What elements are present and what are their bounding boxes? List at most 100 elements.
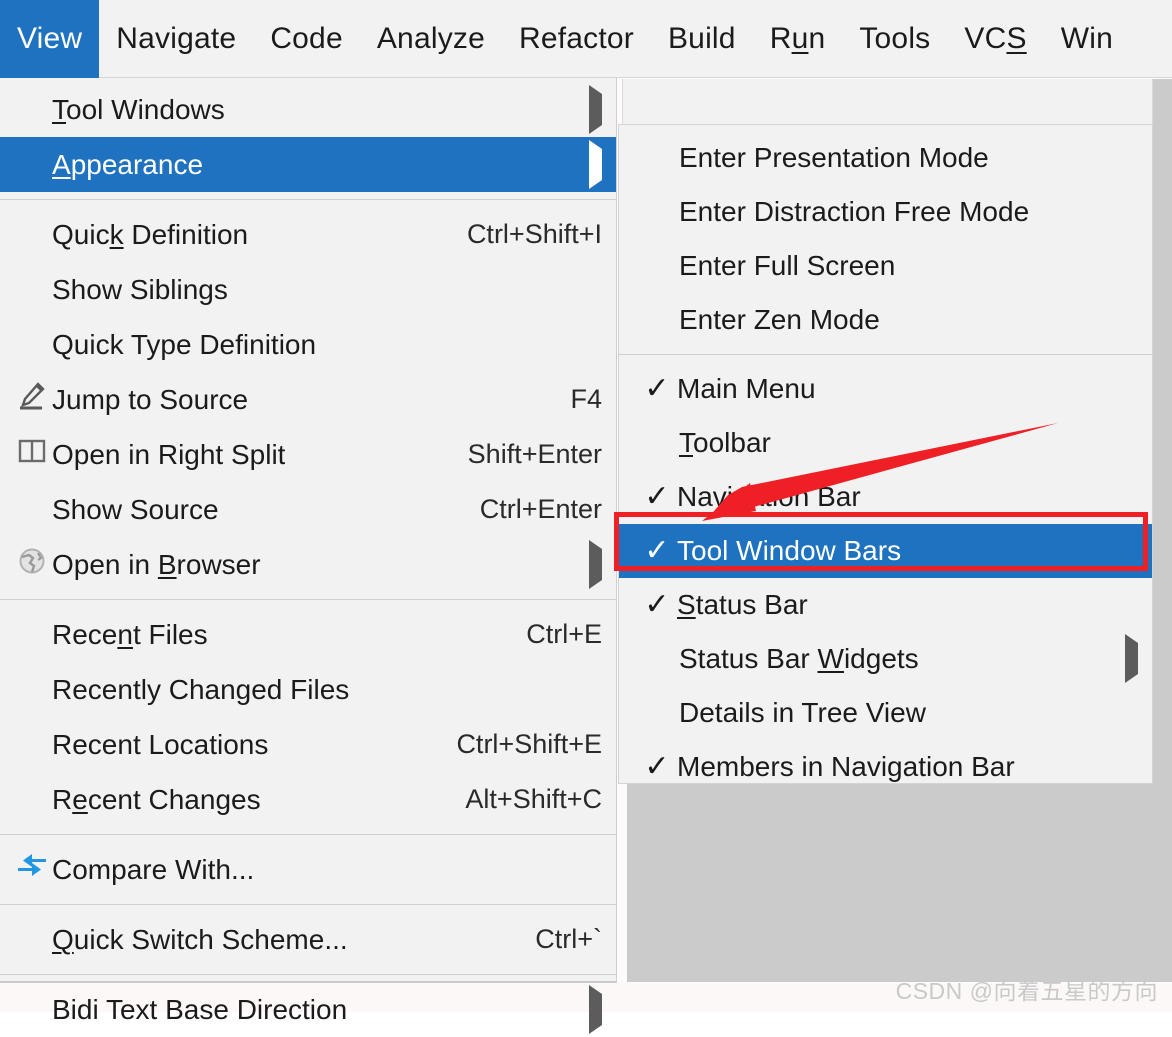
submenu-item-enter-full-screen[interactable]: Enter Full Screen [619, 239, 1152, 293]
compare-icon [16, 851, 48, 888]
menubar-item-label: Run [769, 21, 826, 55]
submenu-item-main-menu[interactable]: ✓ Main Menu [619, 362, 1152, 416]
menu-item-recent-files[interactable]: Recent Files Ctrl+E [0, 607, 616, 662]
submenu-item-label: Members in Navigation Bar [677, 751, 1015, 782]
menu-item-quick-definition[interactable]: Quick Definition Ctrl+Shift+I [0, 207, 616, 262]
view-dropdown-menu[interactable]: Tool Windows Appearance Quick Definition Ct… [0, 78, 617, 1034]
menu-item-label: Open in Right Split [52, 438, 286, 470]
pencil-icon [17, 381, 47, 418]
submenu-item-label: Enter Presentation Mode [679, 142, 989, 173]
submenu-item-enter-presentation-mode[interactable]: Enter Presentation Mode [619, 131, 1152, 185]
menu-separator [0, 974, 616, 975]
menubar-item-label: Win [1060, 21, 1113, 55]
submenu-item-status-bar-widgets[interactable]: Status Bar Widgets [619, 632, 1152, 686]
menubar-item-vcs[interactable]: VCS [947, 0, 1043, 78]
check-icon: ✓ [644, 588, 670, 621]
menu-item-quick-switch-scheme[interactable]: Quick Switch Scheme... Ctrl+` [0, 912, 616, 967]
menu-item-appearance[interactable]: Appearance [0, 137, 616, 192]
menu-item-shortcut: Ctrl+` [535, 924, 602, 954]
menu-item-shortcut: Ctrl+Shift+E [456, 729, 602, 759]
menu-separator [0, 599, 616, 600]
submenu-item-details-in-tree-view[interactable]: Details in Tree View [619, 686, 1152, 740]
check-icon: ✓ [644, 372, 670, 405]
submenu-item-toolbar[interactable]: Toolbar [619, 416, 1152, 470]
menu-separator [0, 904, 616, 905]
menu-item-shortcut: Ctrl+E [526, 619, 602, 649]
submenu-item-enter-zen-mode[interactable]: Enter Zen Mode [619, 293, 1152, 347]
menu-item-recent-locations[interactable]: Recent Locations Ctrl+Shift+E [0, 717, 616, 772]
menu-item-shortcut: Shift+Enter [467, 439, 602, 469]
menu-item-open-in-browser[interactable]: Open in Browser [0, 537, 616, 592]
menu-item-label: Recently Changed Files [52, 673, 350, 705]
menu-item-open-in-right-split[interactable]: Open in Right Split Shift+Enter [0, 427, 616, 482]
check-icon: ✓ [644, 750, 670, 783]
menu-item-label: Quick Switch Scheme... [52, 923, 348, 955]
application-screen: View Navigate Code Analyze Refactor Build Run T… [0, 0, 1172, 1034]
main-menu-bar[interactable]: View Navigate Code Analyze Refactor Build Run T… [0, 0, 1172, 78]
menu-item-shortcut: Alt+Shift+C [465, 784, 602, 814]
check-icon: ✓ [644, 534, 670, 567]
submenu-item-label: Navigation Bar [677, 481, 861, 512]
menubar-item-analyze[interactable]: Analyze [360, 0, 502, 78]
menu-item-label: Compare With... [52, 853, 255, 885]
editor-background-strip [1153, 79, 1172, 784]
menubar-item-run[interactable]: Run [753, 0, 843, 78]
submenu-item-label: Toolbar [679, 427, 771, 458]
menu-separator [0, 199, 616, 200]
submenu-item-members-in-navigation-bar[interactable]: ✓ Members in Navigation Bar [619, 740, 1152, 794]
menu-item-jump-to-source[interactable]: Jump to Source F4 [0, 372, 616, 427]
menubar-item-label: Tools [859, 21, 931, 55]
chevron-right-icon [563, 84, 602, 134]
editor-background-panel [627, 784, 1172, 982]
submenu-item-label: Enter Full Screen [679, 250, 896, 281]
menu-item-bidi-text-base-direction[interactable]: Bidi Text Base Direction [0, 982, 616, 1037]
menubar-item-build[interactable]: Build [651, 0, 753, 78]
menu-item-show-siblings[interactable]: Show Siblings [0, 262, 616, 317]
menu-item-icon-slot [12, 436, 52, 473]
menu-item-label: Appearance [52, 148, 204, 180]
menu-item-shortcut: F4 [570, 384, 602, 414]
submenu-item-tool-window-bars[interactable]: ✓ Tool Window Bars [619, 524, 1152, 578]
submenu-top-panel [622, 79, 1153, 125]
menu-item-show-source[interactable]: Show Source Ctrl+Enter [0, 482, 616, 537]
submenu-item-status-bar[interactable]: ✓ Status Bar [619, 578, 1152, 632]
submenu-item-label: Enter Distraction Free Mode [679, 196, 1030, 227]
submenu-item-label: Details in Tree View [679, 697, 926, 728]
menubar-item-label: VCS [964, 21, 1027, 55]
chevron-right-icon [563, 539, 602, 589]
menu-item-quick-type-definition[interactable]: Quick Type Definition [0, 317, 616, 372]
menu-item-label: Tool Windows [52, 93, 225, 125]
menu-item-label: Jump to Source [52, 383, 249, 415]
submenu-item-label: Status Bar Widgets [679, 643, 919, 674]
menu-item-recently-changed-files[interactable]: Recently Changed Files [0, 662, 616, 717]
menubar-item-code[interactable]: Code [253, 0, 360, 78]
menu-item-icon-slot [12, 851, 52, 888]
submenu-separator [619, 354, 1152, 355]
menubar-item-refactor[interactable]: Refactor [502, 0, 651, 78]
menu-item-label: Bidi Text Base Direction [52, 993, 348, 1025]
submenu-item-enter-distraction-free-mode[interactable]: Enter Distraction Free Mode [619, 185, 1152, 239]
submenu-item-label: Tool Window Bars [677, 535, 902, 566]
chevron-right-icon [563, 984, 602, 1034]
menu-item-label: Quick Definition [52, 218, 249, 250]
menubar-item-label: Refactor [518, 21, 634, 55]
menu-item-tool-windows[interactable]: Tool Windows [0, 82, 616, 137]
menubar-item-tools[interactable]: Tools [842, 0, 947, 78]
submenu-item-label: Main Menu [677, 373, 816, 404]
submenu-item-label: Enter Zen Mode [679, 304, 880, 335]
menu-item-label: Open in Browser [52, 548, 261, 580]
menu-item-label: Recent Files [52, 618, 208, 650]
menubar-item-win[interactable]: Win [1044, 0, 1130, 78]
menu-item-compare-with[interactable]: Compare With... [0, 842, 616, 897]
menubar-item-view[interactable]: View [0, 0, 100, 78]
submenu-item-label: Status Bar [677, 589, 808, 620]
menubar-item-label: Analyze [376, 21, 485, 55]
menubar-item-label: Build [667, 21, 736, 55]
menu-item-label: Recent Locations [52, 728, 269, 760]
menubar-item-navigate[interactable]: Navigate [99, 0, 253, 78]
csdn-watermark: CSDN @向着五星的方向 [895, 978, 1158, 1004]
appearance-submenu[interactable]: Enter Presentation Mode Enter Distraction… [618, 124, 1153, 784]
menu-item-shortcut: Ctrl+Enter [479, 494, 602, 524]
submenu-item-navigation-bar[interactable]: ✓ Navigation Bar [619, 470, 1152, 524]
menu-item-recent-changes[interactable]: Recent Changes Alt+Shift+C [0, 772, 616, 827]
